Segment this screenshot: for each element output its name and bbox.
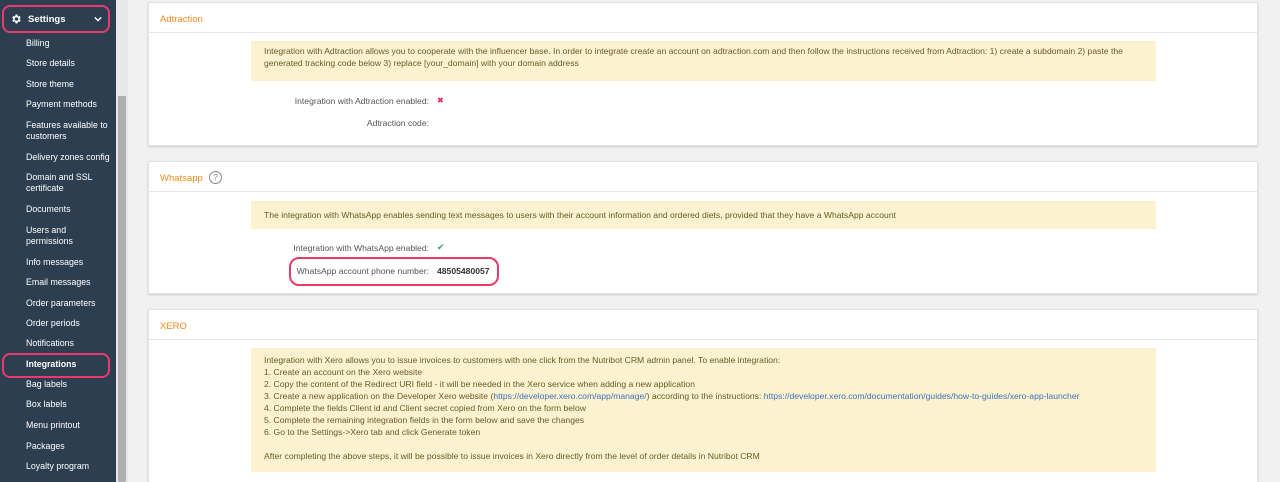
adtraction-panel: Adtraction Integration with Adtraction a… (148, 2, 1258, 146)
sidebar-item-payment-methods[interactable]: Payment methods (26, 99, 112, 110)
xero-launcher-link[interactable]: https://developer.xero.com/documentation… (764, 391, 1080, 401)
sidebar-item-box-labels[interactable]: Box labels (26, 399, 112, 410)
xero-title: XERO (160, 321, 187, 332)
xero-step-1: 1. Create an account on the Xero website (264, 367, 423, 377)
chevron-down-icon[interactable] (94, 15, 102, 23)
whatsapp-phone-label: WhatsApp account phone number: (296, 266, 429, 276)
sidebar-item-email-messages[interactable]: Email messages (26, 277, 112, 288)
sidebar-item-integrations[interactable]: Integrations (26, 359, 112, 370)
xero-header: XERO (149, 310, 1257, 340)
sidebar-menu: Settings Billing Store details Store the… (0, 0, 116, 482)
sidebar-item-store-details[interactable]: Store details (26, 58, 112, 69)
cross-icon: ✖ (437, 96, 444, 105)
xero-outro: After completing the above steps, it wil… (264, 451, 760, 461)
adtraction-title: Adtraction (160, 14, 203, 25)
check-icon: ✔ (437, 242, 445, 252)
sidebar-item-store-theme[interactable]: Store theme (26, 79, 112, 90)
adtraction-enabled-label: Integration with Adtraction enabled: (294, 96, 429, 106)
xero-step-3: 3. Create a new application on the Devel… (264, 390, 1143, 402)
sidebar-item-order-periods[interactable]: Order periods (26, 318, 112, 329)
sidebar-item-order-parameters[interactable]: Order parameters (26, 298, 112, 309)
whatsapp-enabled-label: Integration with WhatsApp enabled: (293, 243, 429, 253)
sidebar-item-bag-labels[interactable]: Bag labels (26, 379, 112, 390)
xero-info: Integration with Xero allows you to issu… (251, 348, 1156, 472)
whatsapp-panel: Whatsapp ? The integration with WhatsApp… (148, 161, 1258, 294)
whatsapp-title: Whatsapp (160, 173, 203, 184)
xero-step-4: 4. Complete the fields Client id and Cli… (264, 403, 586, 413)
whatsapp-header: Whatsapp ? (149, 162, 1257, 192)
sidebar-item-domain-ssl[interactable]: Domain and SSL certificate (26, 172, 112, 194)
adtraction-code-label: Adtraction code: (366, 118, 429, 128)
help-icon[interactable]: ? (209, 171, 222, 184)
sidebar-scrollbar[interactable] (116, 0, 128, 482)
sidebar-item-billing[interactable]: Billing (26, 38, 112, 49)
xero-manage-link[interactable]: https://developer.xero.com/app/manage/ (493, 391, 646, 401)
adtraction-info: Integration with Adtraction allows you t… (251, 41, 1156, 81)
xero-panel: XERO Integration with Xero allows you to… (148, 309, 1258, 482)
settings-label: Settings (28, 13, 66, 25)
sidebar-item-packages[interactable]: Packages (26, 441, 112, 452)
xero-intro: Integration with Xero allows you to issu… (264, 355, 781, 365)
sidebar-item-notifications[interactable]: Notifications (26, 338, 112, 349)
whatsapp-info: The integration with WhatsApp enables se… (251, 201, 1156, 229)
gear-icon (12, 14, 21, 24)
sidebar-item-delivery-zones[interactable]: Delivery zones config (26, 152, 112, 163)
sidebar-item-info-messages[interactable]: Info messages (26, 257, 112, 268)
sidebar-item-users-permissions[interactable]: Users and permissions (26, 225, 112, 247)
sidebar-item-documents[interactable]: Documents (26, 204, 112, 215)
xero-spacer (264, 438, 1143, 450)
whatsapp-phone-value: 48505480057 (437, 266, 490, 276)
sidebar: Settings Billing Store details Store the… (0, 0, 128, 482)
xero-step-5: 5. Complete the remaining integration fi… (264, 415, 585, 425)
sidebar-item-settings[interactable]: Settings (2, 5, 110, 33)
sidebar-item-loyalty-program[interactable]: Loyalty program (26, 461, 112, 472)
xero-step-3-text-b: ) according to the instructions: (646, 391, 764, 401)
xero-step-6: 6. Go to the Settings->Xero tab and clic… (264, 427, 481, 437)
sidebar-item-menu-printout[interactable]: Menu printout (26, 420, 112, 431)
sidebar-item-features[interactable]: Features available to customers (26, 120, 112, 142)
xero-step-3-text-a: 3. Create a new application on the Devel… (264, 391, 494, 401)
sidebar-scrollbar-thumb[interactable] (118, 96, 126, 482)
adtraction-header: Adtraction (149, 3, 1257, 33)
xero-step-2: 2. Copy the content of the Redirect URI … (264, 379, 695, 389)
